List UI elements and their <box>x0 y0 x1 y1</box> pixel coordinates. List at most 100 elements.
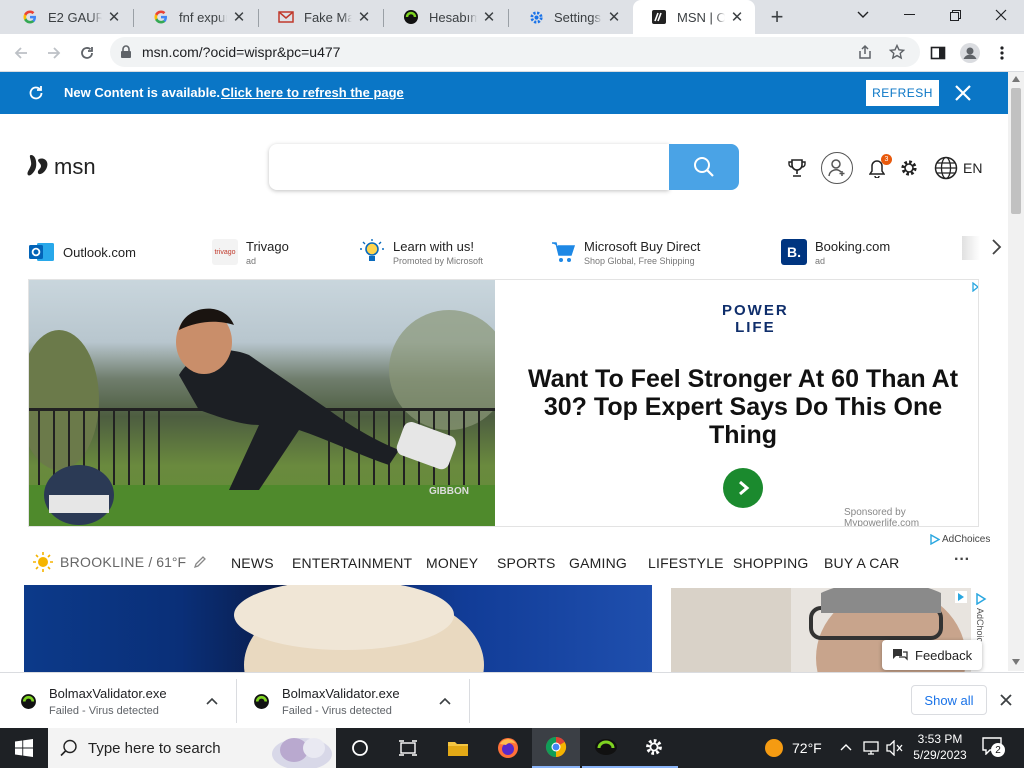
download-item[interactable]: BolmaxValidator.exe Failed - Virus detec… <box>253 673 469 729</box>
show-hidden-icons-chevron[interactable] <box>840 743 852 751</box>
powerlife-logo[interactable]: POWER LIFE <box>722 302 789 336</box>
ad-photo[interactable]: GIBBON <box>29 280 509 526</box>
scroll-down-icon[interactable] <box>1012 659 1020 665</box>
nav-shopping[interactable]: SHOPPING <box>733 555 809 571</box>
minimize-button[interactable] <box>886 0 932 30</box>
forward-button[interactable] <box>42 41 66 65</box>
task-view-cortana-button[interactable] <box>336 728 384 768</box>
ad-arrow-button[interactable] <box>723 468 763 508</box>
msn-sign-in-avatar[interactable] <box>821 152 853 184</box>
feedback-button[interactable]: Feedback <box>882 640 982 670</box>
chevron-right-icon[interactable] <box>991 238 1003 256</box>
person-add-icon <box>828 159 845 177</box>
nav-gaming[interactable]: GAMING <box>569 555 627 571</box>
taskbar-bolmax-app[interactable] <box>582 728 630 768</box>
tab-close-icon[interactable]: ✕ <box>481 8 497 26</box>
taskbar-chrome-active[interactable] <box>532 728 580 768</box>
page-scrollbar[interactable] <box>1008 72 1024 671</box>
scroll-up-icon[interactable] <box>1012 76 1020 82</box>
network-icon[interactable] <box>862 740 880 756</box>
start-button[interactable] <box>0 728 48 768</box>
adchoices-mini-icon[interactable] <box>972 282 979 292</box>
action-center-button[interactable]: 2 <box>982 737 1006 759</box>
nav-news[interactable]: NEWS <box>231 555 274 571</box>
quick-link-microsoft-buy-direct[interactable]: Microsoft Buy Direct Shop Global, Free Sh… <box>550 232 700 272</box>
quick-link-booking[interactable]: B. Booking.com ad <box>781 232 890 272</box>
language-selector[interactable]: EN <box>934 156 982 180</box>
feedback-label: Feedback <box>915 647 973 663</box>
nav-sports[interactable]: SPORTS <box>497 555 556 571</box>
weather-widget[interactable]: BROOKLINE / 61°F <box>33 552 207 572</box>
taskbar-file-explorer[interactable] <box>434 728 482 768</box>
bookmark-star-icon[interactable] <box>889 44 905 60</box>
notifications-button[interactable]: 3 <box>868 154 892 180</box>
reload-button[interactable] <box>75 41 99 65</box>
rewards-trophy-icon[interactable] <box>787 158 807 178</box>
quick-link-outlook[interactable]: Outlook.com <box>29 232 136 272</box>
sun-icon <box>33 552 53 572</box>
share-icon[interactable] <box>857 44 873 60</box>
refresh-button[interactable]: REFRESH <box>866 80 939 106</box>
top-story-card[interactable] <box>24 585 652 672</box>
profile-button[interactable] <box>958 41 982 65</box>
settings-gear-icon[interactable] <box>899 158 919 178</box>
task-view-button[interactable] <box>384 728 432 768</box>
side-panel-button[interactable] <box>926 41 950 65</box>
taskbar-clock[interactable]: 3:53 PM 5/29/2023 <box>908 731 972 763</box>
address-bar[interactable]: msn.com/?ocid=wispr&pc=u477 <box>110 37 920 67</box>
download-filename: BolmaxValidator.exe <box>282 685 400 701</box>
browser-tab-3[interactable]: Fake Mail Generator ✕ <box>260 0 382 34</box>
taskbar-time: 3:53 PM <box>917 732 963 746</box>
quick-link-overflow[interactable] <box>962 236 980 260</box>
nav-entertainment[interactable]: ENTERTAINMENT <box>292 555 412 571</box>
quick-link-learn[interactable]: Learn with us! Promoted by Microsoft <box>359 232 483 272</box>
browser-tab-2[interactable]: fnf expunged ✕ <box>135 0 257 34</box>
tab-close-icon[interactable]: ✕ <box>106 8 122 26</box>
taskbar-search-box[interactable]: Type here to search <box>48 728 336 768</box>
banner-refresh-link[interactable]: Click here to refresh the page <box>221 85 404 100</box>
sponsored-ad[interactable]: GIBBON POWER LIFE Want To Feel Stronger … <box>28 279 979 527</box>
nav-lifestyle[interactable]: LIFESTYLE <box>648 555 724 571</box>
new-tab-button[interactable]: + <box>764 4 790 30</box>
msn-logo[interactable]: msn <box>27 152 96 182</box>
restore-button[interactable] <box>932 0 978 30</box>
ad-headline[interactable]: Want To Feel Stronger At 60 Than At 30? … <box>513 365 973 449</box>
tab-close-icon[interactable]: ✕ <box>356 8 372 26</box>
nav-more-button[interactable]: ··· <box>954 551 970 569</box>
edit-pencil-icon[interactable] <box>193 555 207 569</box>
tab-close-icon[interactable]: ✕ <box>231 8 247 26</box>
browser-tab-6-active[interactable]: MSN | Outlook ✕ <box>633 0 755 34</box>
scroll-thumb[interactable] <box>1011 88 1021 214</box>
chevron-up-icon[interactable] <box>439 697 451 705</box>
taskbar-firefox[interactable] <box>484 728 532 768</box>
taskbar-weather[interactable]: 72°F <box>764 728 822 768</box>
reload-icon <box>81 47 93 59</box>
arrow-right-icon <box>739 480 750 496</box>
browser-menu-button[interactable] <box>990 41 1014 65</box>
browser-tab-1[interactable]: E2 GAURDIAN ✕ <box>4 0 132 34</box>
download-item[interactable]: BolmaxValidator.exe Failed - Virus detec… <box>20 673 236 729</box>
close-window-button[interactable] <box>978 0 1024 30</box>
back-button[interactable] <box>9 41 33 65</box>
adchoices-link[interactable]: AdChoices <box>930 534 990 545</box>
nav-money[interactable]: MONEY <box>426 555 478 571</box>
volume-muted-icon[interactable] <box>885 740 903 756</box>
msn-search-button[interactable] <box>669 144 739 190</box>
url-text[interactable]: msn.com/?ocid=wispr&pc=u477 <box>142 44 340 60</box>
close-banner-icon[interactable] <box>953 83 973 103</box>
ad-sponsor[interactable]: Sponsored by Mypowerlife.com <box>844 507 978 526</box>
close-downloads-icon[interactable] <box>1000 694 1012 706</box>
browser-tab-5[interactable]: Settings - Security ✕ <box>510 0 632 34</box>
nav-buy-a-car[interactable]: BUY A CAR <box>824 555 899 571</box>
tab-close-icon[interactable]: ✕ <box>729 8 745 26</box>
back-arrow-icon <box>14 47 27 59</box>
lock-icon[interactable] <box>120 45 132 59</box>
msn-search-input[interactable] <box>269 144 669 190</box>
browser-tab-4[interactable]: Hesabım - Bolmax ✕ <box>385 0 507 34</box>
tab-search-button[interactable] <box>840 0 886 30</box>
show-all-downloads-button[interactable]: Show all <box>911 685 987 715</box>
tab-close-icon[interactable]: ✕ <box>606 8 622 26</box>
quick-link-trivago[interactable]: trivago Trivago ad <box>212 232 289 272</box>
taskbar-settings[interactable] <box>630 728 678 768</box>
chevron-up-icon[interactable] <box>206 697 218 705</box>
